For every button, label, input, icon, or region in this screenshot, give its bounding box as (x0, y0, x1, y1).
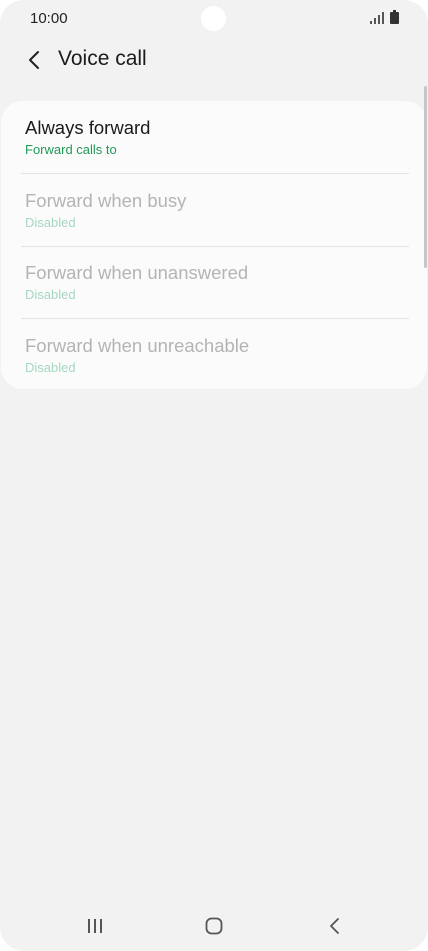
status-bar: 10:00 (0, 0, 428, 36)
option-subtitle: Disabled (25, 287, 76, 302)
home-icon (205, 917, 223, 935)
option-title: Always forward (25, 117, 151, 138)
option-title: Forward when unanswered (25, 262, 249, 283)
scrollbar[interactable] (424, 86, 427, 268)
forwarding-options-card: Always forward Forward calls to Forward … (1, 101, 427, 389)
nav-back-button[interactable] (315, 913, 355, 939)
option-title: Forward when unreachable (25, 335, 250, 356)
signal-icon (370, 12, 384, 24)
navigation-bar (0, 900, 428, 951)
page-title: Voice call (58, 47, 147, 70)
option-forward-when-busy[interactable]: Forward when busy Disabled (1, 173, 427, 245)
option-subtitle: Disabled (25, 360, 76, 375)
option-forward-when-unanswered[interactable]: Forward when unanswered Disabled (1, 246, 427, 318)
option-always-forward[interactable]: Always forward Forward calls to (1, 101, 427, 173)
phone-screen: 10:00 Voice call Always forward Forward … (0, 0, 428, 951)
back-icon (330, 918, 339, 934)
recent-apps-button[interactable] (75, 913, 115, 939)
battery-icon (390, 10, 399, 24)
option-subtitle: Forward calls to (25, 142, 117, 157)
option-forward-when-unreachable[interactable]: Forward when unreachable Disabled (1, 318, 427, 390)
recent-apps-icon (88, 919, 102, 933)
home-button[interactable] (194, 913, 234, 939)
header: Voice call (0, 36, 428, 86)
camera-cutout (201, 6, 226, 31)
back-button[interactable] (20, 46, 48, 74)
option-title: Forward when busy (25, 190, 187, 211)
status-time: 10:00 (30, 10, 68, 27)
option-subtitle: Disabled (25, 215, 76, 230)
chevron-left-icon (29, 51, 39, 69)
